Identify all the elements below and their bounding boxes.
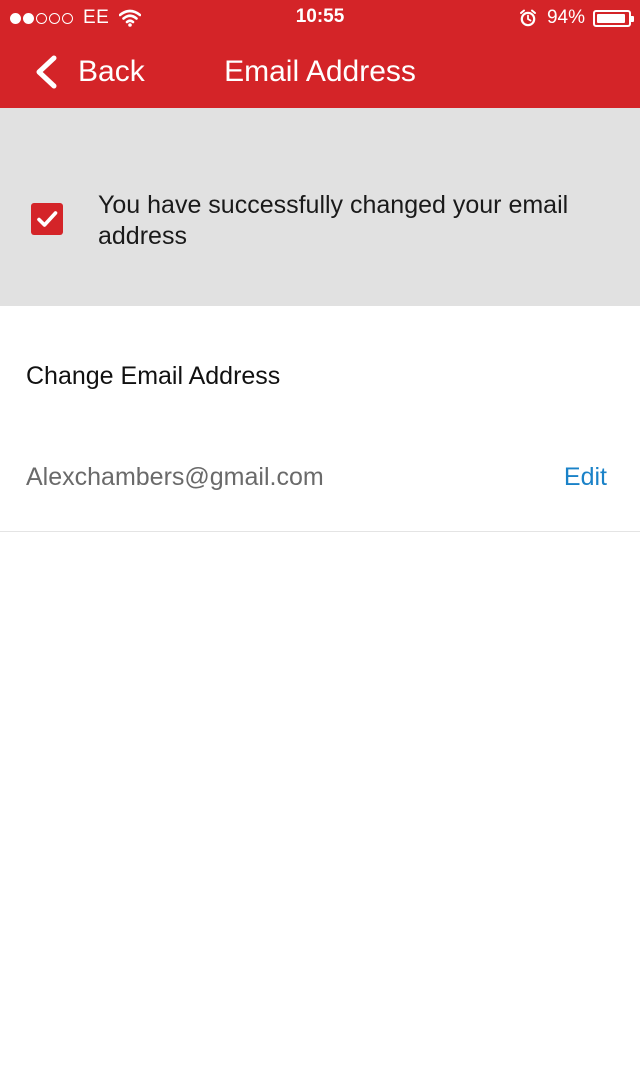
battery-percent: 94% [546, 7, 585, 28]
alarm-icon [519, 9, 536, 27]
checkbox-checked-icon [31, 203, 63, 235]
divider [0, 531, 640, 532]
email-value: Alexchambers@gmail.com [26, 463, 324, 491]
navigation-bar: Back Email Address [0, 36, 640, 108]
status-bar: EE 10:55 94% [0, 0, 640, 36]
edit-email-button[interactable]: Edit [564, 463, 607, 492]
checkmark-icon [37, 211, 58, 227]
battery-nub [631, 15, 634, 22]
page-title: Email Address [224, 55, 416, 88]
battery-fill [597, 13, 625, 23]
section-title: Change Email Address [26, 362, 281, 390]
status-right: 94% [519, 7, 634, 29]
battery-icon [593, 9, 634, 27]
success-message: You have successfully changed your email… [98, 191, 569, 250]
top-bar: EE 10:55 94% Back Email Address [0, 0, 640, 108]
